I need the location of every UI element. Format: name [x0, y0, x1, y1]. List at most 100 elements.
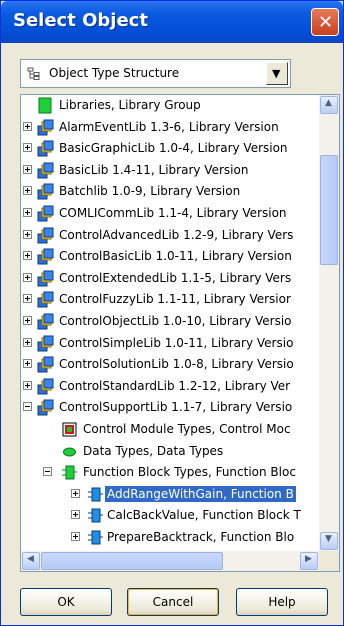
collapse-icon[interactable] [23, 402, 32, 412]
data-type-icon [61, 443, 78, 460]
tree-row-label: Data Types, Data Types [83, 443, 224, 458]
tree-row-label: ControlFuzzyLib 1.1-11, Library Versior [59, 292, 291, 307]
library-icon [37, 399, 54, 416]
tree-row-label: ControlExtendedLib 1.1-5, Library Vers [59, 270, 292, 285]
tree-row[interactable]: PrepareBacktrack, Function Blo [21, 527, 319, 548]
tree-row[interactable]: Batchlib 1.0-9, Library Version [21, 181, 319, 202]
scroll-left-button[interactable]: ◀ [22, 552, 40, 570]
tree-row-label: Function Block Types, Function Bloc [83, 465, 296, 480]
object-tree[interactable]: Libraries, Library Group AlarmEventLib 1.… [20, 94, 340, 572]
expand-icon[interactable] [23, 316, 32, 325]
horizontal-scrollbar[interactable]: ◀ ▶ [21, 551, 319, 571]
chevron-down-icon: ▼ [325, 534, 332, 544]
help-button[interactable]: Help [236, 588, 328, 616]
expand-icon[interactable] [23, 208, 32, 217]
library-icon [37, 248, 54, 265]
tree-row[interactable]: ControlSupportLib 1.1-7, Library Versio [21, 397, 319, 418]
library-icon [37, 270, 54, 287]
tree-row[interactable]: AlarmEventLib 1.3-6, Library Version [21, 117, 319, 138]
expand-icon[interactable] [71, 532, 80, 541]
scroll-down-button[interactable]: ▼ [320, 532, 338, 550]
expand-icon[interactable] [71, 488, 80, 498]
expand-icon[interactable] [23, 337, 32, 347]
tree-row-label: ControlStandardLib 1.2-12, Library Ver [59, 378, 291, 393]
chevron-down-icon: ▼ [272, 67, 281, 80]
library-icon [37, 378, 54, 395]
dropdown-arrow-button[interactable]: ▼ [266, 62, 288, 85]
ok-button[interactable]: OK [20, 588, 112, 616]
vertical-scroll-thumb[interactable] [320, 155, 338, 265]
chevron-left-icon: ◀ [27, 554, 34, 564]
tree-row[interactable]: Libraries, Library Group [21, 95, 319, 116]
tree-row[interactable]: CalcBackValue, Function Block T [21, 505, 319, 526]
chevron-up-icon: ▲ [325, 98, 332, 108]
tree-row-label: ControlObjectLib 1.0-10, Library Versio [59, 314, 292, 328]
expand-icon[interactable] [23, 380, 32, 390]
cancel-button[interactable]: Cancel [127, 588, 219, 616]
library-icon [37, 313, 54, 330]
tree-row-label: PrepareBacktrack, Function Blo [107, 530, 295, 544]
scroll-right-button[interactable]: ▶ [300, 552, 318, 570]
expand-icon[interactable] [71, 510, 80, 520]
vertical-scrollbar[interactable]: ▲ ▼ [319, 95, 339, 551]
tree-rows: Libraries, Library Group AlarmEventLib 1.… [21, 95, 319, 551]
tree-row[interactable]: Function Block Types, Function Bloc [21, 462, 319, 483]
library-icon [37, 335, 54, 352]
expand-icon[interactable] [23, 186, 32, 196]
select-object-dialog: Select Object ✕ Object Type Structure ▼ … [0, 0, 344, 626]
library-icon [37, 227, 54, 244]
scroll-corner [319, 551, 339, 571]
horizontal-scroll-thumb[interactable] [41, 552, 223, 570]
function-block-icon [87, 507, 104, 524]
chevron-right-icon: ▶ [305, 554, 312, 564]
tree-row-label: ControlSupportLib 1.1-7, Library Versio [59, 400, 293, 415]
tree-row-label: ControlAdvancedLib 1.2-9, Library Vers [59, 227, 294, 242]
scroll-up-button[interactable]: ▲ [320, 96, 338, 114]
expand-icon[interactable] [23, 294, 32, 304]
library-icon [37, 183, 54, 200]
tree-row[interactable]: ControlSolutionLib 1.0-8, Library Versio [21, 354, 319, 375]
tree-row[interactable]: ControlExtendedLib 1.1-5, Library Vers [21, 268, 319, 289]
library-icon [37, 205, 54, 222]
structure-dropdown[interactable]: Object Type Structure ▼ [20, 59, 291, 88]
tree-row[interactable]: ControlStandardLib 1.2-12, Library Ver [21, 376, 319, 397]
tree-row[interactable]: BasicLib 1.4-11, Library Version [21, 160, 319, 181]
green-group-icon [37, 97, 54, 114]
tree-row-label: COMLICommLib 1.1-4, Library Version [59, 206, 287, 220]
tree-row[interactable]: Control Module Types, Control Moc [21, 419, 319, 440]
expand-icon[interactable] [23, 272, 32, 282]
control-module-icon [61, 421, 78, 438]
tree-row-label: BasicGraphicLib 1.0-4, Library Version [59, 141, 288, 156]
tree-row[interactable]: Data Types, Data Types [21, 441, 319, 462]
tree-row[interactable]: ControlObjectLib 1.0-10, Library Versio [21, 311, 319, 332]
tree-row-label: Libraries, Library Group [59, 98, 201, 112]
close-icon: ✕ [318, 12, 334, 33]
tree-row[interactable]: COMLICommLib 1.1-4, Library Version [21, 203, 319, 224]
expand-icon[interactable] [23, 164, 32, 174]
expand-icon[interactable] [23, 143, 32, 153]
expand-icon[interactable] [23, 229, 32, 239]
tree-row[interactable]: ControlAdvancedLib 1.2-9, Library Vers [21, 225, 319, 246]
library-icon [37, 140, 54, 157]
function-block-group-icon [61, 464, 78, 481]
structure-dropdown-value: Object Type Structure [49, 66, 180, 80]
tree-row[interactable]: ControlSimpleLib 1.0-11, Library Versio [21, 333, 319, 354]
tree-row-label: AddRangeWithGain, Function B [105, 485, 296, 502]
tree-row[interactable]: BasicGraphicLib 1.0-4, Library Version [21, 138, 319, 159]
expand-icon[interactable] [23, 251, 32, 261]
tree-row-label: CalcBackValue, Function Block T [107, 508, 301, 523]
function-block-icon [87, 529, 104, 546]
tree-row[interactable]: ControlBasicLib 1.0-11, Library Version [21, 246, 319, 267]
tree-row[interactable]: ControlFuzzyLib 1.1-11, Library Versior [21, 289, 319, 310]
tree-row-label: ControlBasicLib 1.0-11, Library Version [59, 249, 292, 264]
function-block-icon [87, 486, 104, 503]
library-icon [37, 291, 54, 308]
tree-row-label: AlarmEventLib 1.3-6, Library Version [59, 119, 279, 134]
tree-row[interactable]: AddRangeWithGain, Function B [21, 484, 319, 505]
close-button[interactable]: ✕ [311, 8, 339, 36]
title-bar[interactable]: Select Object ✕ [1, 1, 343, 43]
collapse-icon[interactable] [43, 467, 52, 477]
expand-icon[interactable] [23, 121, 32, 131]
expand-icon[interactable] [23, 359, 32, 369]
library-icon [37, 356, 54, 373]
